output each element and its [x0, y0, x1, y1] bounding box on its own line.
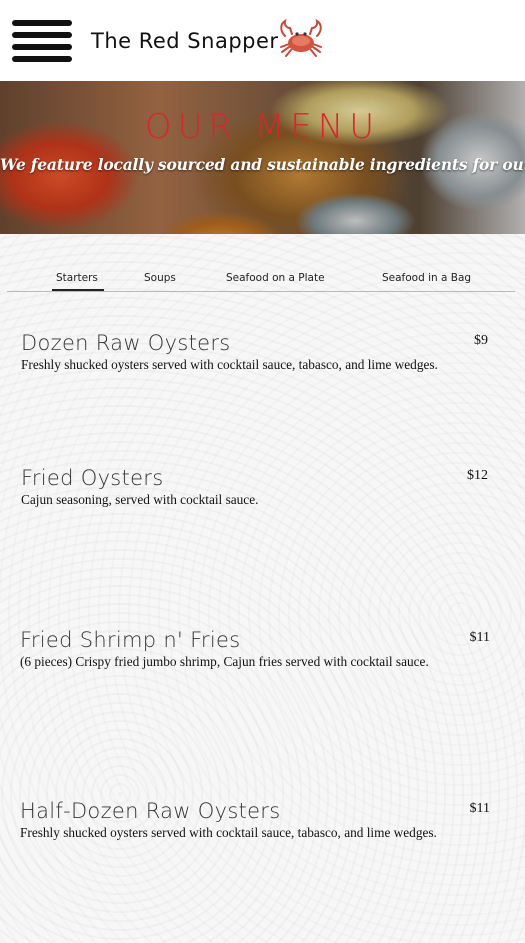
- tab-starters[interactable]: Starters: [52, 272, 104, 291]
- brand-name[interactable]: The Red Snapper: [91, 29, 279, 53]
- hero-banner: OUR MENU We feature locally sourced and …: [0, 81, 525, 234]
- item-price: $9: [474, 333, 488, 348]
- page-title: OUR MENU: [144, 107, 381, 147]
- site-header: The Red Snapper: [0, 0, 525, 81]
- item-name: Fried Oysters: [21, 466, 164, 490]
- item-description: Cajun seasoning, served with cocktail sa…: [21, 492, 259, 507]
- tab-seafood-in-a-bag[interactable]: Seafood in a Bag: [382, 272, 471, 284]
- tab-soups[interactable]: Soups: [144, 272, 176, 284]
- crab-icon: [280, 18, 322, 57]
- item-price: $12: [467, 468, 488, 483]
- item-description: Freshly shucked oysters served with cock…: [20, 825, 437, 840]
- item-name: Fried Shrimp n' Fries: [20, 628, 241, 652]
- item-name: Dozen Raw Oysters: [21, 331, 231, 355]
- item-description: (6 pieces) Crispy fried jumbo shrimp, Ca…: [20, 654, 429, 669]
- hamburger-icon[interactable]: [12, 20, 72, 64]
- item-price: $11: [469, 801, 490, 816]
- tab-seafood-on-a-plate[interactable]: Seafood on a Plate: [226, 272, 325, 284]
- item-name: Half-Dozen Raw Oysters: [20, 799, 281, 823]
- item-description: Freshly shucked oysters served with cock…: [21, 357, 438, 372]
- item-price: $11: [469, 630, 490, 645]
- hero-subtitle: We feature locally sourced and sustainab…: [0, 155, 525, 174]
- menu-tabs: Starters Soups Seafood on a Plate Seafoo…: [7, 268, 515, 292]
